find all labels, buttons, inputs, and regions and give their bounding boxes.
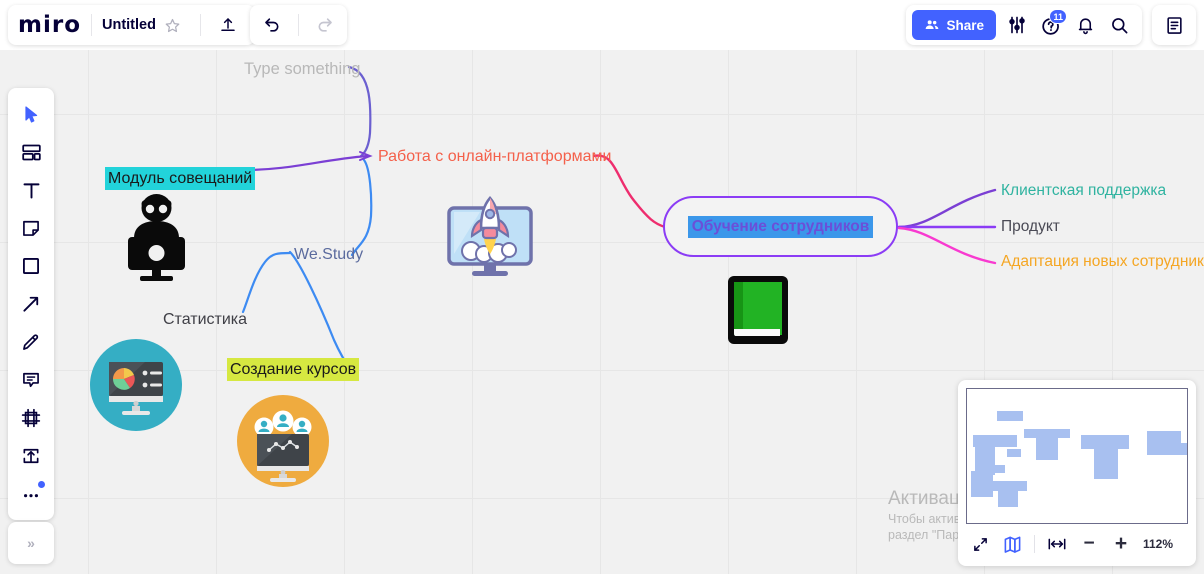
minimap-panel: − + 112% — [958, 380, 1196, 566]
share-button[interactable]: Share — [912, 10, 996, 40]
star-icon[interactable] — [156, 8, 190, 42]
upload-icon[interactable] — [211, 8, 245, 42]
left-toolbar — [8, 88, 54, 520]
expand-panel-button[interactable]: » — [8, 522, 54, 564]
redo-icon[interactable] — [309, 8, 343, 42]
statistics-dashboard-icon[interactable] — [87, 336, 185, 434]
minimap-shape — [1024, 429, 1070, 438]
map-icon[interactable] — [998, 531, 1026, 557]
upload-box-tool[interactable] — [13, 438, 49, 474]
minimap-shape — [998, 489, 1018, 507]
help-badge: 11 — [1049, 9, 1067, 24]
more-tool[interactable] — [13, 476, 49, 512]
sliders-icon[interactable] — [1000, 8, 1034, 42]
fit-to-screen-icon[interactable] — [1043, 531, 1071, 557]
adaptacia-novyh-sotrudnikov-node[interactable]: Адаптация новых сотрудников — [1001, 253, 1204, 272]
minimap-shape — [1036, 438, 1058, 460]
type-something-placeholder[interactable]: Type something — [244, 60, 360, 80]
sozdanie-kursov-node[interactable]: Создание курсов — [227, 358, 360, 382]
help-circle-icon[interactable]: 11 — [1034, 8, 1068, 42]
minimap-shape — [973, 435, 1017, 447]
zoom-out-button[interactable]: − — [1075, 531, 1103, 557]
arrow-tool[interactable] — [13, 286, 49, 322]
zoom-level-value[interactable]: 112% — [1143, 537, 1173, 551]
minimap-shape — [1094, 447, 1118, 479]
central-node-label: Обучение сотрудников — [687, 215, 874, 238]
notes-panel-icon[interactable] — [1157, 8, 1191, 42]
green-book-icon[interactable] — [724, 273, 792, 347]
central-node-obuchenie-sotrudnikov[interactable]: Обучение сотрудников — [663, 196, 898, 257]
divider — [199, 14, 201, 36]
klientskaya-podderzhka-node[interactable]: Клиентская поддержка — [1001, 182, 1166, 201]
undo-redo-group — [250, 5, 347, 45]
search-icon[interactable] — [1102, 8, 1136, 42]
more-tool-badge-dot — [38, 481, 45, 488]
minimap-shape — [1007, 449, 1021, 457]
text-tool[interactable] — [13, 172, 49, 208]
statistika-node[interactable]: Статистика — [163, 310, 247, 329]
team-network-icon[interactable] — [234, 392, 332, 490]
miro-logo[interactable]: miro — [18, 12, 81, 38]
produkt-node[interactable]: Продукт — [1001, 218, 1060, 237]
select-tool[interactable] — [13, 96, 49, 132]
top-bar: miro Untitled Share 11 — [0, 0, 1204, 50]
minimap-shape — [987, 465, 1005, 473]
person-at-computer-icon[interactable] — [114, 192, 199, 284]
divider — [298, 14, 299, 36]
rabota-s-onlayn-platformami-node[interactable]: Работа с онлайн-платформами — [378, 147, 611, 166]
divider — [1034, 535, 1035, 553]
zoom-in-button[interactable]: + — [1107, 531, 1135, 557]
zoom-controls-bar: − + 112% — [966, 524, 1188, 558]
minimap-shape — [997, 411, 1023, 421]
templates-tool[interactable] — [13, 134, 49, 170]
minimap-shape — [1147, 431, 1181, 443]
right-actions-group: Share 11 — [906, 5, 1142, 45]
share-label: Share — [946, 17, 984, 33]
frame-tool[interactable] — [13, 400, 49, 436]
document-title[interactable]: Untitled — [102, 17, 156, 33]
bell-icon[interactable] — [1068, 8, 1102, 42]
sticky-note-tool[interactable] — [13, 210, 49, 246]
logo-title-group: miro Untitled — [8, 5, 255, 45]
divider — [91, 14, 92, 36]
minimap-shape — [1147, 443, 1187, 455]
rocket-launch-monitor-icon[interactable] — [440, 192, 540, 282]
comment-tool[interactable] — [13, 362, 49, 398]
notes-panel-group — [1152, 5, 1196, 45]
minimap-viewport[interactable] — [966, 388, 1188, 524]
undo-icon[interactable] — [254, 8, 288, 42]
pencil-tool[interactable] — [13, 324, 49, 360]
modul-soveshchaniy-node[interactable]: Модуль совещаний — [105, 167, 256, 191]
collapse-diagonal-icon[interactable] — [966, 531, 994, 557]
westudy-node[interactable]: We.Study — [294, 245, 363, 264]
minimap-shape — [971, 471, 993, 497]
shape-tool[interactable] — [13, 248, 49, 284]
